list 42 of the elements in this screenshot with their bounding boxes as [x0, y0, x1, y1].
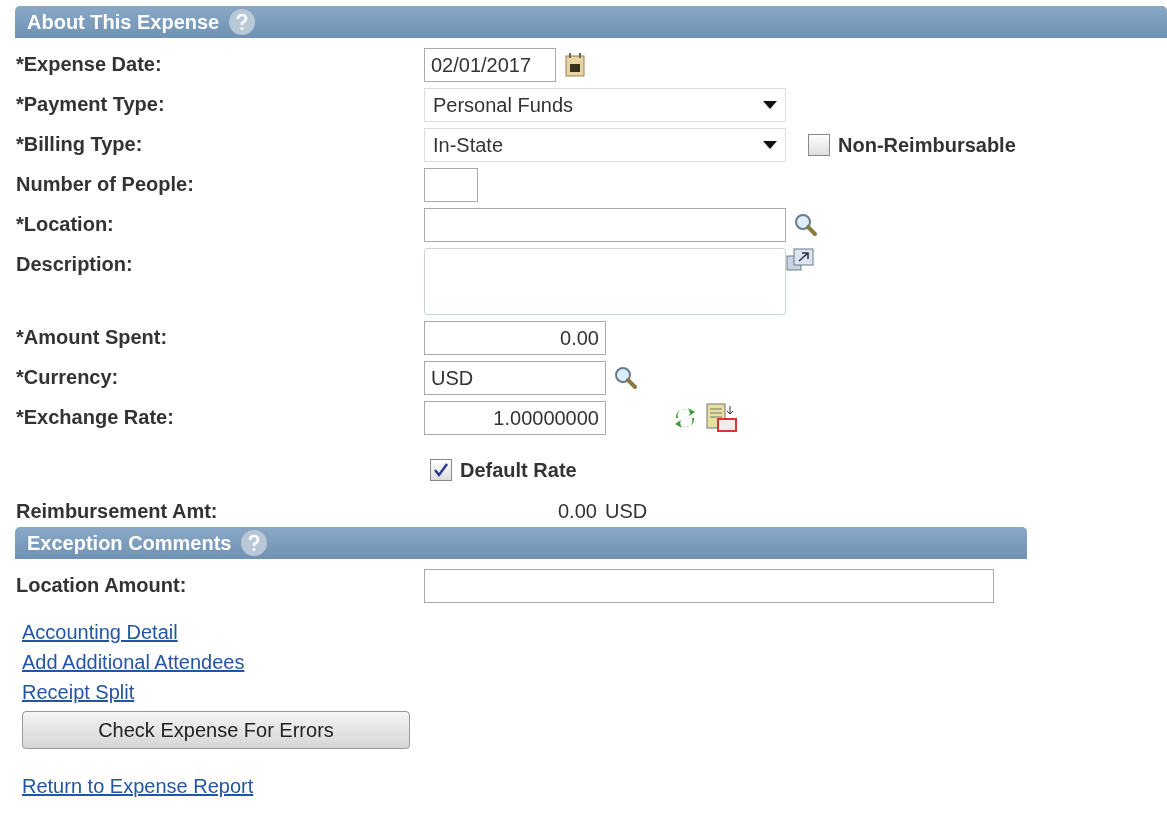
amount-value: 0.00: [558, 499, 597, 523]
link[interactable]: Add Additional Attendees: [22, 647, 245, 677]
text-field[interactable]: USD: [424, 361, 606, 395]
checkbox-label: Non-Reimbursable: [838, 133, 1016, 158]
dropdown[interactable]: In-State: [424, 128, 786, 162]
date-field[interactable]: 02/01/2017: [424, 48, 556, 82]
checkbox[interactable]: [808, 134, 830, 156]
link[interactable]: Accounting Detail: [22, 617, 178, 647]
currency-code: USD: [604, 499, 648, 523]
expand-icon[interactable]: [786, 248, 814, 272]
dropdown[interactable]: Personal Funds: [424, 88, 786, 122]
field-label: *Billing Type:: [16, 133, 143, 155]
field-label: Location Amount:: [16, 574, 187, 596]
field-label: *Expense Date:: [16, 53, 162, 75]
section-title: About This Expense: [27, 10, 220, 35]
checkbox-label: Default Rate: [460, 458, 577, 483]
calendar-icon[interactable]: [564, 52, 586, 78]
help-icon[interactable]: [241, 530, 268, 556]
field-label: *Payment Type:: [16, 93, 165, 115]
field-label: Reimbursement Amt:: [16, 500, 218, 522]
checkbox[interactable]: [430, 459, 452, 481]
search-icon[interactable]: [614, 366, 638, 390]
section-title: Exception Comments: [27, 531, 232, 556]
field-label: *Currency:: [16, 366, 119, 388]
caret-icon[interactable]: [763, 101, 777, 109]
field-label: Number of People:: [16, 173, 194, 195]
field-label: Description:: [16, 253, 133, 275]
document-icon[interactable]: [706, 403, 738, 433]
rate-field[interactable]: 1.00000000: [424, 401, 606, 435]
help-icon[interactable]: [229, 9, 256, 35]
link[interactable]: Receipt Split: [22, 677, 135, 707]
search-icon[interactable]: [794, 213, 818, 237]
amount-field[interactable]: 0.00: [424, 321, 606, 355]
check-errors-button[interactable]: Check Expense For Errors: [22, 711, 410, 749]
text-field[interactable]: [424, 569, 994, 603]
field-label: *Location:: [16, 213, 114, 235]
field-label: *Exchange Rate:: [16, 406, 174, 428]
field-label: *Amount Spent:: [16, 326, 168, 348]
text-field[interactable]: [424, 208, 786, 242]
caret-icon[interactable]: [763, 141, 777, 149]
number-field[interactable]: [424, 168, 478, 202]
link[interactable]: Return to Expense Report: [22, 771, 254, 801]
